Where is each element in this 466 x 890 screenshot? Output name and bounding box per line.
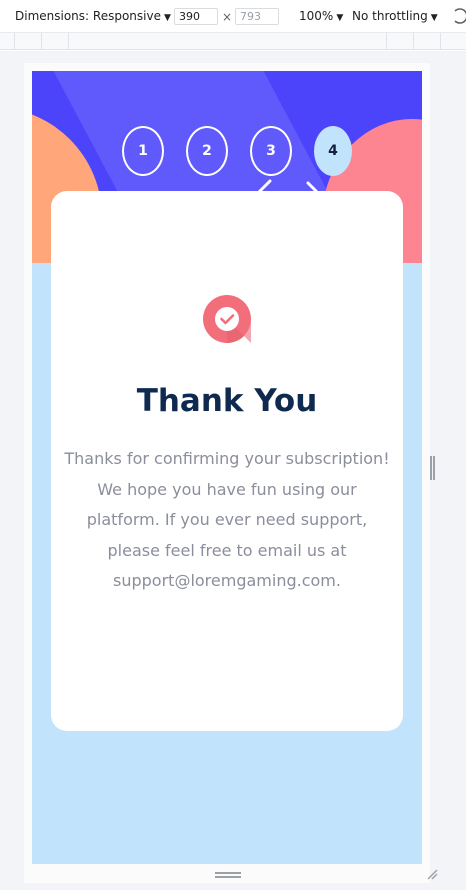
step-3[interactable]: 3	[250, 126, 292, 176]
devtools-toolbar: Dimensions: Responsive ▼ 390 × 793 100% ▼ …	[0, 0, 466, 32]
height-resize-handle[interactable]	[215, 872, 241, 878]
rotate-icon[interactable]	[452, 8, 466, 24]
width-input[interactable]: 390	[174, 8, 218, 25]
width-resize-handle[interactable]	[430, 456, 435, 480]
check-badge-icon	[203, 295, 251, 343]
zoom-dropdown[interactable]: 100% ▼	[299, 9, 343, 23]
ruler-segment	[440, 33, 441, 50]
ruler-segment	[413, 33, 414, 50]
confirmation-message: Thanks for confirming your subscription!…	[64, 449, 390, 590]
step-1[interactable]: 1	[122, 126, 164, 176]
height-input[interactable]: 793	[235, 8, 279, 25]
ruler-segment	[68, 33, 69, 50]
ruler-segment	[41, 33, 42, 50]
zoom-label: 100%	[299, 9, 334, 23]
page-viewport: 1 2 3 4 Thank You Thanks for confirming …	[32, 71, 422, 864]
caret-down-icon: ▼	[430, 13, 438, 23]
media-query-ruler	[0, 32, 466, 50]
times-sign: ×	[222, 10, 233, 24]
thank-you-card: Thank You Thanks for confirming your sub…	[51, 191, 403, 731]
ruler-segment	[386, 33, 387, 50]
caret-down-icon: ▼	[336, 13, 344, 23]
dimensions-dropdown[interactable]: Dimensions: Responsive ▼	[15, 9, 171, 23]
ruler-segment	[14, 33, 15, 50]
dimensions-label: Dimensions: Responsive	[15, 9, 161, 23]
step-4[interactable]: 4	[314, 126, 352, 176]
device-stage: 1 2 3 4 Thank You Thanks for confirming …	[0, 51, 466, 890]
caret-down-icon: ▼	[163, 13, 171, 23]
throttling-label: No throttling	[352, 9, 428, 23]
step-2[interactable]: 2	[186, 126, 228, 176]
corner-resize-icon[interactable]	[426, 868, 438, 880]
throttling-dropdown[interactable]: No throttling ▼	[352, 9, 438, 23]
page-title: Thank You	[136, 383, 318, 419]
